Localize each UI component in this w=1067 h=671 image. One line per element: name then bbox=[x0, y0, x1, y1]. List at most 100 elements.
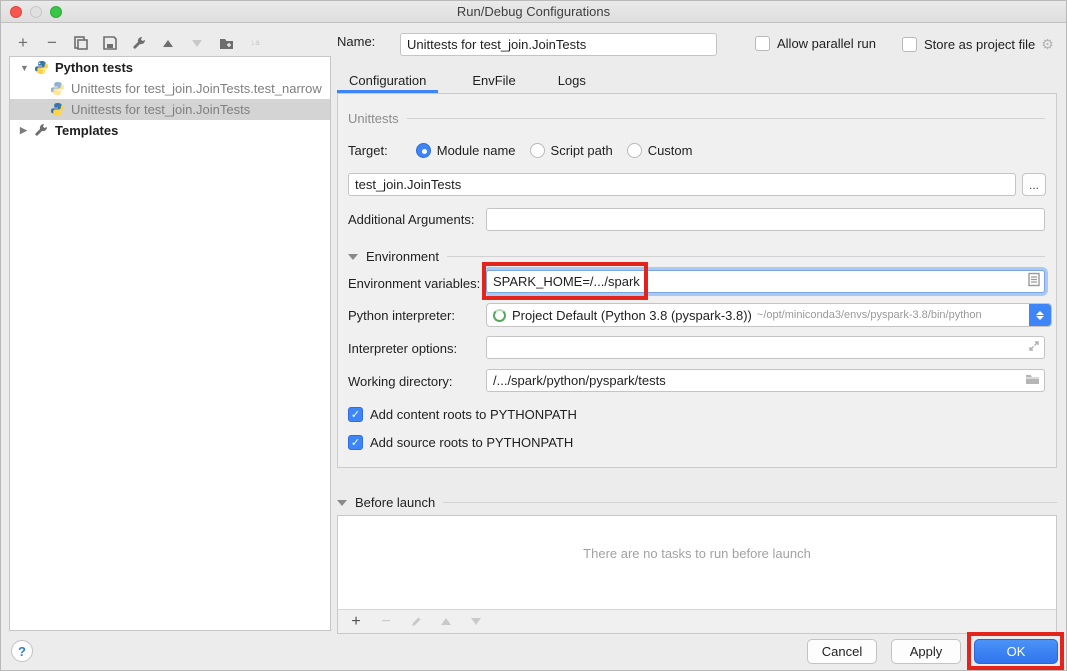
collapse-icon[interactable] bbox=[337, 500, 347, 506]
tab-envfile[interactable]: EnvFile bbox=[460, 69, 527, 93]
separator-line bbox=[447, 256, 1045, 257]
copy-configuration-icon[interactable] bbox=[73, 35, 89, 51]
tree-item-jointests[interactable]: Unittests for test_join.JoinTests bbox=[10, 99, 330, 120]
before-launch-empty-text: There are no tasks to run before launch bbox=[338, 546, 1056, 561]
apply-button[interactable]: Apply bbox=[891, 639, 961, 664]
config-tabs: Configuration EnvFile Logs bbox=[337, 69, 1057, 94]
chevron-right-icon[interactable]: ▶ bbox=[20, 125, 30, 136]
env-vars-input[interactable] bbox=[486, 270, 1045, 293]
python-test-icon bbox=[50, 81, 66, 97]
remove-configuration-icon[interactable]: − bbox=[44, 35, 60, 51]
tree-item-label: Templates bbox=[55, 123, 118, 138]
additional-arguments-input[interactable] bbox=[486, 208, 1045, 231]
name-label: Name: bbox=[337, 34, 375, 49]
remove-task-icon: − bbox=[378, 614, 394, 630]
configurations-toolbar: + − ↓a bbox=[15, 33, 263, 53]
before-launch-tasks-list[interactable]: There are no tasks to run before launch … bbox=[337, 515, 1057, 634]
move-up-icon[interactable] bbox=[160, 35, 176, 51]
move-task-down-icon bbox=[468, 614, 484, 630]
sort-configurations-icon: ↓a bbox=[247, 35, 263, 51]
radio-custom[interactable] bbox=[627, 143, 642, 158]
add-task-icon[interactable]: + bbox=[348, 614, 364, 630]
working-directory-row: Working directory: bbox=[348, 374, 453, 389]
add-configuration-icon[interactable]: + bbox=[15, 35, 31, 51]
radio-custom-label[interactable]: Custom bbox=[648, 143, 693, 158]
python-interpreter-path: ~/opt/miniconda3/envs/pyspark-3.8/bin/py… bbox=[757, 309, 982, 321]
titlebar: Run/Debug Configurations bbox=[1, 1, 1066, 23]
add-content-roots-label: Add content roots to PYTHONPATH bbox=[370, 407, 577, 422]
cancel-button[interactable]: Cancel bbox=[807, 639, 877, 664]
store-as-project-file-checkbox[interactable]: Store as project file ⚙ bbox=[902, 36, 1054, 53]
help-button[interactable]: ? bbox=[11, 640, 33, 662]
python-interpreter-row: Python interpreter: bbox=[348, 308, 455, 323]
python-interpreter-label: Python interpreter: bbox=[348, 308, 455, 323]
allow-parallel-run-checkbox[interactable]: Allow parallel run bbox=[755, 36, 876, 51]
separator-line bbox=[407, 118, 1045, 119]
target-row: Target: Module name Script path Custom bbox=[348, 143, 692, 158]
tab-configuration[interactable]: Configuration bbox=[337, 69, 438, 93]
tree-item-test-narrow[interactable]: Unittests for test_join.JoinTests.test_n… bbox=[10, 78, 330, 99]
name-input[interactable] bbox=[400, 33, 717, 56]
unittests-group-label: Unittests bbox=[348, 111, 399, 126]
before-launch-label: Before launch bbox=[355, 495, 435, 510]
ok-button[interactable]: OK bbox=[974, 639, 1058, 664]
separator-line bbox=[443, 502, 1057, 503]
minimize-window-button bbox=[30, 6, 42, 18]
env-vars-row: Environment variables: bbox=[348, 276, 480, 291]
checkbox-icon[interactable] bbox=[902, 37, 917, 52]
close-window-button[interactable] bbox=[10, 6, 22, 18]
wrench-icon bbox=[34, 123, 50, 139]
tree-item-label: Python tests bbox=[55, 60, 133, 75]
combo-arrows-icon[interactable] bbox=[1029, 304, 1051, 326]
checkbox-checked-icon[interactable]: ✓ bbox=[348, 435, 363, 450]
additional-arguments-row: Additional Arguments: bbox=[348, 212, 474, 227]
tree-item-label: Unittests for test_join.JoinTests bbox=[71, 102, 250, 117]
checkbox-icon[interactable] bbox=[755, 36, 770, 51]
collapse-icon[interactable] bbox=[348, 254, 358, 260]
window-title: Run/Debug Configurations bbox=[457, 4, 610, 19]
target-input[interactable] bbox=[348, 173, 1016, 196]
add-source-roots-label: Add source roots to PYTHONPATH bbox=[370, 435, 573, 450]
new-folder-icon[interactable] bbox=[218, 35, 234, 51]
env-vars-label: Environment variables: bbox=[348, 276, 480, 291]
tree-group-templates[interactable]: ▶ Templates bbox=[10, 120, 330, 141]
add-source-roots-checkbox[interactable]: ✓ Add source roots to PYTHONPATH bbox=[348, 435, 573, 450]
conda-env-icon bbox=[493, 309, 506, 322]
radio-script-path-label[interactable]: Script path bbox=[551, 143, 613, 158]
interpreter-options-input[interactable] bbox=[486, 336, 1045, 359]
radio-module-name-label[interactable]: Module name bbox=[437, 143, 516, 158]
chevron-down-icon[interactable]: ▼ bbox=[20, 63, 30, 73]
store-as-project-file-label: Store as project file bbox=[924, 37, 1035, 52]
folder-icon[interactable] bbox=[1025, 372, 1040, 390]
before-launch-separator[interactable]: Before launch bbox=[337, 495, 1057, 510]
python-interpreter-value: Project Default (Python 3.8 (pyspark-3.8… bbox=[512, 308, 752, 323]
move-task-up-icon bbox=[438, 614, 454, 630]
tab-logs[interactable]: Logs bbox=[546, 69, 598, 93]
checkbox-checked-icon[interactable]: ✓ bbox=[348, 407, 363, 422]
additional-arguments-label: Additional Arguments: bbox=[348, 212, 474, 227]
run-debug-configurations-dialog: Run/Debug Configurations + − ↓a ▼ Python… bbox=[0, 0, 1067, 671]
save-configuration-icon[interactable] bbox=[102, 35, 118, 51]
python-test-icon bbox=[50, 102, 66, 118]
expand-field-icon[interactable] bbox=[1028, 339, 1040, 357]
zoom-window-button[interactable] bbox=[50, 6, 62, 18]
python-icon bbox=[34, 60, 50, 76]
browse-target-button[interactable]: ... bbox=[1022, 173, 1046, 196]
add-content-roots-checkbox[interactable]: ✓ Add content roots to PYTHONPATH bbox=[348, 407, 577, 422]
edit-templates-icon[interactable] bbox=[131, 35, 147, 51]
environment-group-label: Environment bbox=[366, 249, 439, 264]
radio-script-path[interactable] bbox=[530, 143, 545, 158]
browse-variables-icon[interactable] bbox=[1028, 272, 1040, 291]
before-launch-toolbar: + − bbox=[338, 609, 1056, 633]
python-interpreter-select[interactable]: Project Default (Python 3.8 (pyspark-3.8… bbox=[486, 303, 1052, 327]
gear-icon[interactable]: ⚙ bbox=[1041, 36, 1054, 53]
working-directory-input[interactable] bbox=[486, 369, 1045, 392]
allow-parallel-run-label: Allow parallel run bbox=[777, 36, 876, 51]
tree-group-python-tests[interactable]: ▼ Python tests bbox=[10, 57, 330, 78]
move-down-icon bbox=[189, 35, 205, 51]
edit-task-icon bbox=[408, 614, 424, 630]
radio-module-name[interactable] bbox=[416, 143, 431, 158]
interpreter-options-row: Interpreter options: bbox=[348, 341, 457, 356]
interpreter-options-label: Interpreter options: bbox=[348, 341, 457, 356]
environment-group-separator[interactable]: Environment bbox=[348, 249, 1045, 264]
